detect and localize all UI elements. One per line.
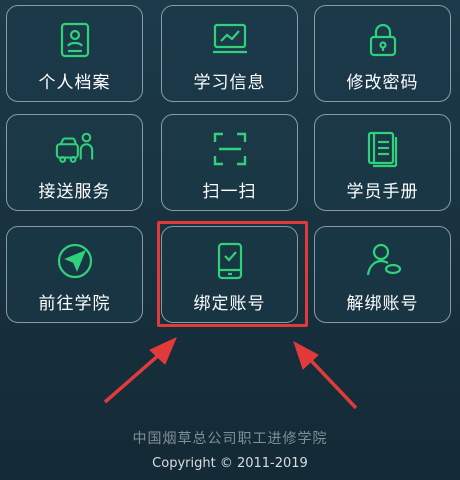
footer-org-name: 中国烟草总公司职工进修学院	[132, 431, 328, 447]
footer-copyright: Copyright © 2011-2019	[152, 456, 308, 471]
annotation-arrows	[103, 337, 358, 410]
